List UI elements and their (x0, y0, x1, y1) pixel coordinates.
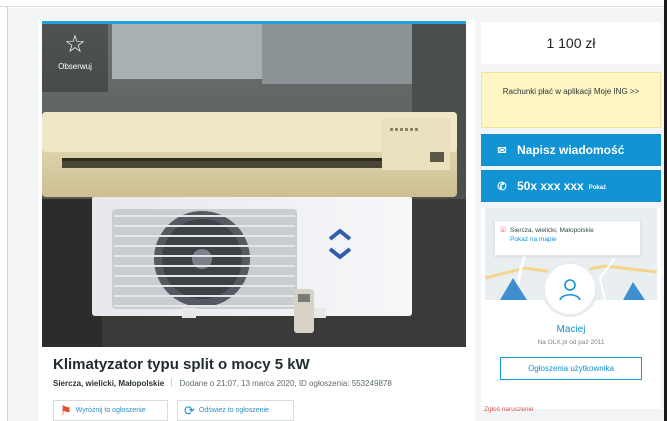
flag-icon: ⚑ (60, 403, 72, 418)
ad-title: Klimatyzator typu split o mocy 5 kW (53, 356, 310, 373)
ad-photo[interactable]: ☆ Obserwuj (42, 21, 466, 347)
refresh-ad-button[interactable]: ⟳ Odśwież to ogłoszenie (177, 400, 294, 421)
ad-location: Siercza, wielicki, Małopolskie (53, 379, 165, 388)
refresh-ad-label: Odśwież to ogłoszenie (198, 407, 269, 414)
user-name[interactable]: Maciej (481, 324, 661, 335)
ad-column: ☆ Obserwuj Klimatyzator typu split o moc… (38, 20, 475, 421)
user-ads-button[interactable]: Ogłoszenia użytkownika (500, 357, 642, 380)
show-phone-button[interactable]: ✆ 50x xxx xxx Pokaż (481, 170, 661, 202)
envelope-icon: ✉ (497, 144, 507, 157)
phone-icon: ✆ (497, 180, 507, 193)
observe-button[interactable]: ☆ Obserwuj (42, 24, 108, 92)
user-since: Na OLX.pl od paź 2011 (537, 339, 605, 346)
window-top-border (0, 0, 667, 7)
show-on-map-link[interactable]: Pokaż na mapie (510, 235, 594, 244)
phone-number: 50x xxx xxx (517, 179, 584, 193)
user-card: ⌾ Siercza, wielicki, Małopolskie Pokaż n… (481, 208, 661, 409)
send-message-button[interactable]: ✉ Napisz wiadomość (481, 134, 661, 166)
page-area: ☆ Obserwuj Klimatyzator typu split o moc… (8, 8, 664, 421)
refresh-icon: ⟳ (184, 403, 195, 418)
map-location: Siercza, wielicki, Małopolskie (510, 227, 594, 234)
promote-ad-button[interactable]: ⚑ Wyróżnij to ogłoszenie (53, 400, 168, 421)
promote-ad-label: Wyróżnij to ogłoszenie (75, 407, 146, 414)
meta-divider (171, 378, 173, 387)
avatar[interactable] (542, 261, 598, 317)
ing-banner[interactable]: Rachunki płać w aplikacji Moje ING >> (481, 72, 661, 128)
map-location-text: Siercza, wielicki, Małopolskie Pokaż na … (510, 226, 594, 250)
star-icon: ☆ (64, 31, 86, 58)
user-icon (559, 279, 581, 301)
map-location-box: ⌾ Siercza, wielicki, Małopolskie Pokaż n… (494, 220, 641, 256)
report-link[interactable]: Zgłoś naruszenie (484, 406, 534, 413)
observe-label: Obserwuj (58, 62, 92, 71)
phone-show-label: Pokaż (588, 185, 607, 191)
ad-meta: Siercza, wielicki, Małopolskie Dodane o … (53, 378, 392, 388)
map-pin-icon: ⌾ (500, 225, 506, 236)
send-message-label: Napisz wiadomość (517, 143, 625, 157)
price: 1 100 zł (481, 22, 661, 64)
ad-added-info: Dodane o 21:07, 13 marca 2020, ID ogłosz… (179, 379, 392, 388)
